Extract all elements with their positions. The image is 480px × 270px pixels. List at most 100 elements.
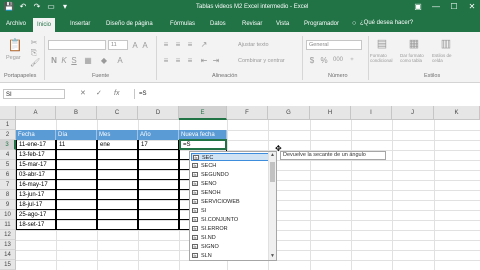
table-cell[interactable] xyxy=(138,160,179,170)
table-cell[interactable]: 11 xyxy=(56,140,97,150)
increase-indent-icon[interactable]: ⇥ xyxy=(212,56,220,65)
table-cell[interactable] xyxy=(138,150,179,160)
column-header-k[interactable]: K xyxy=(434,106,480,120)
table-cell[interactable] xyxy=(138,210,179,220)
format-as-table-button[interactable]: Dar formato como tabla xyxy=(400,53,428,63)
table-cell[interactable] xyxy=(56,210,97,220)
align-bottom-icon[interactable]: ≡ xyxy=(186,40,194,49)
table-cell[interactable]: 13-jun-17 xyxy=(16,190,56,200)
paste-icon[interactable]: 📋 xyxy=(6,38,24,52)
cut-icon[interactable]: ✂ xyxy=(30,38,38,47)
save-icon[interactable]: 💾 xyxy=(4,2,14,12)
table-cell[interactable] xyxy=(56,160,97,170)
align-center-icon[interactable]: ≡ xyxy=(174,56,182,65)
redo-icon[interactable]: ↷ xyxy=(32,2,42,12)
table-cell[interactable] xyxy=(56,220,97,230)
column-header-b[interactable]: B xyxy=(56,106,97,120)
table-cell[interactable] xyxy=(138,190,179,200)
table-cell[interactable] xyxy=(97,190,138,200)
table-cell[interactable]: 03-abr-17 xyxy=(16,170,56,180)
close-button[interactable]: ✕ xyxy=(466,2,478,12)
paste-label[interactable]: Pegar xyxy=(6,55,21,62)
fill-color-icon[interactable]: ◆ xyxy=(100,56,108,65)
undo-icon[interactable]: ↶ xyxy=(18,2,28,12)
tab-vista[interactable]: Vista xyxy=(276,19,289,30)
select-all-corner[interactable] xyxy=(0,106,16,120)
column-header-e[interactable]: E xyxy=(179,106,227,120)
name-box[interactable]: SI xyxy=(3,89,65,99)
table-cell[interactable]: 17 xyxy=(138,140,179,150)
tab-insertar[interactable]: Insertar xyxy=(70,19,90,30)
autocomplete-item[interactable]: fx SECH xyxy=(191,162,269,170)
column-header-c[interactable]: C xyxy=(97,106,138,120)
table-cell[interactable] xyxy=(97,180,138,190)
autocomplete-item[interactable]: fx SERVICIOWEB xyxy=(191,198,269,206)
font-color-icon[interactable]: A xyxy=(116,56,124,65)
row-header-8[interactable]: 8 xyxy=(0,190,16,200)
autocomplete-item[interactable]: fx SEC xyxy=(191,153,269,161)
table-cell[interactable] xyxy=(97,210,138,220)
orientation-icon[interactable]: ↗ xyxy=(200,40,208,49)
scroll-thumb[interactable] xyxy=(270,162,275,182)
row-header-13[interactable]: 13 xyxy=(0,240,16,250)
wrap-text-button[interactable]: Ajustar texto xyxy=(238,42,269,49)
autocomplete-item[interactable]: fx SI.CONJUNTO xyxy=(191,216,269,224)
table-header-mes[interactable]: Mes xyxy=(97,130,138,140)
scroll-up-icon[interactable]: ▲ xyxy=(269,152,276,159)
row-header-15[interactable]: 15 xyxy=(0,260,16,270)
bold-icon[interactable]: N xyxy=(50,56,58,65)
column-header-f[interactable]: F xyxy=(227,106,268,120)
autocomplete-scrollbar[interactable]: ▲ ▼ xyxy=(268,152,276,260)
conditional-format-icon[interactable]: ▤ xyxy=(376,38,388,50)
italic-icon[interactable]: K xyxy=(60,56,68,65)
autocomplete-item[interactable]: fx SIGNO xyxy=(191,243,269,251)
cancel-icon[interactable]: ✕ xyxy=(80,89,86,99)
row-header-1[interactable]: 1 xyxy=(0,120,16,130)
column-header-h[interactable]: H xyxy=(310,106,351,120)
autocomplete-item[interactable]: fx SLN xyxy=(191,252,269,260)
decrease-indent-icon[interactable]: ⇤ xyxy=(200,56,208,65)
column-header-g[interactable]: G xyxy=(268,106,310,120)
table-cell[interactable] xyxy=(56,180,97,190)
row-header-5[interactable]: 5 xyxy=(0,160,16,170)
tab-inicio[interactable]: Inicio xyxy=(33,18,56,32)
table-cell[interactable]: ene xyxy=(97,140,138,150)
active-cell-e3[interactable]: =S xyxy=(179,139,227,150)
font-size-select[interactable]: 11 xyxy=(108,40,128,50)
borders-icon[interactable]: ▦ xyxy=(84,56,92,65)
minimize-button[interactable]: — xyxy=(430,2,442,12)
formula-input[interactable]: =S xyxy=(134,89,476,99)
merge-center-button[interactable]: Combinar y centrar xyxy=(238,58,285,65)
align-top-icon[interactable]: ≡ xyxy=(162,40,170,49)
autocomplete-item[interactable]: fx SENO xyxy=(191,180,269,188)
align-middle-icon[interactable]: ≡ xyxy=(174,40,182,49)
table-cell[interactable]: 18-jul-17 xyxy=(16,200,56,210)
function-autocomplete-list[interactable]: fx SEC fx SECH fx SEGUNDO fx SENO fx SENOH fx… xyxy=(189,151,277,261)
table-cell[interactable] xyxy=(56,200,97,210)
column-header-a[interactable]: A xyxy=(16,106,56,120)
row-header-9[interactable]: 9 xyxy=(0,200,16,210)
align-right-icon[interactable]: ≡ xyxy=(186,56,194,65)
table-cell[interactable] xyxy=(97,150,138,160)
row-header-14[interactable]: 14 xyxy=(0,250,16,260)
table-cell[interactable] xyxy=(138,170,179,180)
row-header-12[interactable]: 12 xyxy=(0,230,16,240)
table-cell[interactable] xyxy=(56,150,97,160)
table-cell[interactable] xyxy=(138,180,179,190)
customize-qat-icon[interactable]: ▾ xyxy=(60,2,70,12)
autocomplete-item[interactable]: fx SENOH xyxy=(191,189,269,197)
row-header-7[interactable]: 7 xyxy=(0,180,16,190)
table-header-anio[interactable]: Año xyxy=(138,130,179,140)
decrease-font-icon[interactable]: A xyxy=(141,41,149,50)
quick-print-icon[interactable]: ▭ xyxy=(46,2,56,12)
table-header-fecha[interactable]: Fecha xyxy=(16,130,56,140)
tab-archivo[interactable]: Archivo xyxy=(6,19,26,30)
column-header-j[interactable]: J xyxy=(392,106,434,120)
tab-formulas[interactable]: Fórmulas xyxy=(170,19,195,30)
autocomplete-item[interactable]: fx SEGUNDO xyxy=(191,171,269,179)
row-header-2[interactable]: 2 xyxy=(0,130,16,140)
format-as-table-icon[interactable]: ▦ xyxy=(408,38,420,50)
underline-icon[interactable]: S xyxy=(70,56,78,65)
enter-icon[interactable]: ✓ xyxy=(96,89,102,99)
autocomplete-item[interactable]: fx SI.ERROR xyxy=(191,225,269,233)
